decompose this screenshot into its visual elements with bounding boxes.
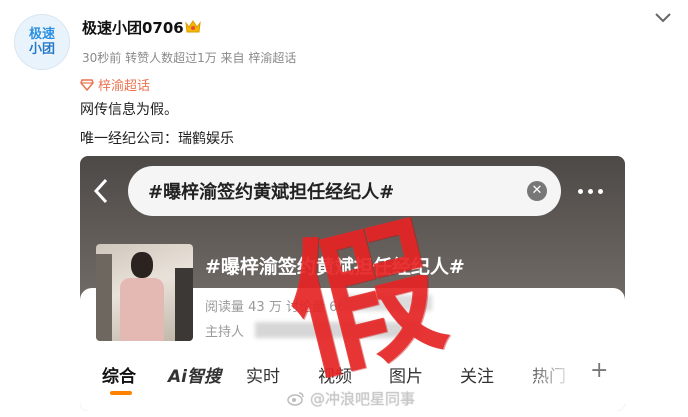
avatar[interactable]: 极速 小团 — [14, 14, 70, 70]
tab-ai-search: Ai智搜 — [168, 367, 221, 387]
attached-screenshot[interactable]: #曝梓渝签约黄斌担任经纪人# ✕ #曝梓渝签约黄斌担任经纪人# 阅读量 43 万… — [80, 156, 625, 411]
tab-realtime: 实时 — [246, 367, 280, 387]
tab-comprehensive: 综合 — [102, 367, 136, 387]
avatar-text-top: 极速 — [28, 27, 55, 42]
search-bar: #曝梓渝签约黄斌担任经纪人# ✕ — [128, 166, 561, 216]
post-meta: 30秒前 转赞人数超过1万 来自 梓渝超话 — [82, 51, 297, 65]
supertopic-label: 梓渝超话 — [98, 79, 151, 94]
stats-prefix: 阅读量 43 — [205, 300, 265, 315]
host-label: 主持人 — [205, 325, 245, 340]
more-options-icon — [578, 189, 603, 194]
clear-icon: ✕ — [527, 181, 547, 201]
search-text: #曝梓渝签约黄斌担任经纪人# — [148, 182, 395, 203]
tab-follow: 关注 — [460, 367, 494, 387]
weibo-logo-icon — [287, 392, 304, 406]
post-text-line-1: 网传信息为假。 — [80, 102, 178, 118]
active-tab-indicator — [110, 391, 132, 395]
back-arrow-icon — [93, 178, 108, 204]
post-text-line-2: 唯一经纪公司：瑞鹤娱乐 — [80, 131, 234, 147]
chevron-down-icon[interactable] — [654, 10, 672, 24]
watermark-text: @冲浪吧星同事 — [310, 390, 416, 408]
topic-cover-image — [96, 244, 193, 341]
watermark: @冲浪吧星同事 — [287, 388, 415, 409]
diamond-icon — [80, 78, 94, 91]
supertopic-link[interactable]: 梓渝超话 — [80, 75, 150, 94]
avatar-text-bottom: 小团 — [28, 42, 55, 57]
crown-badge-icon — [185, 20, 201, 33]
username[interactable]: 极速小团0706 — [82, 17, 184, 38]
add-tab-icon: + — [590, 358, 609, 383]
